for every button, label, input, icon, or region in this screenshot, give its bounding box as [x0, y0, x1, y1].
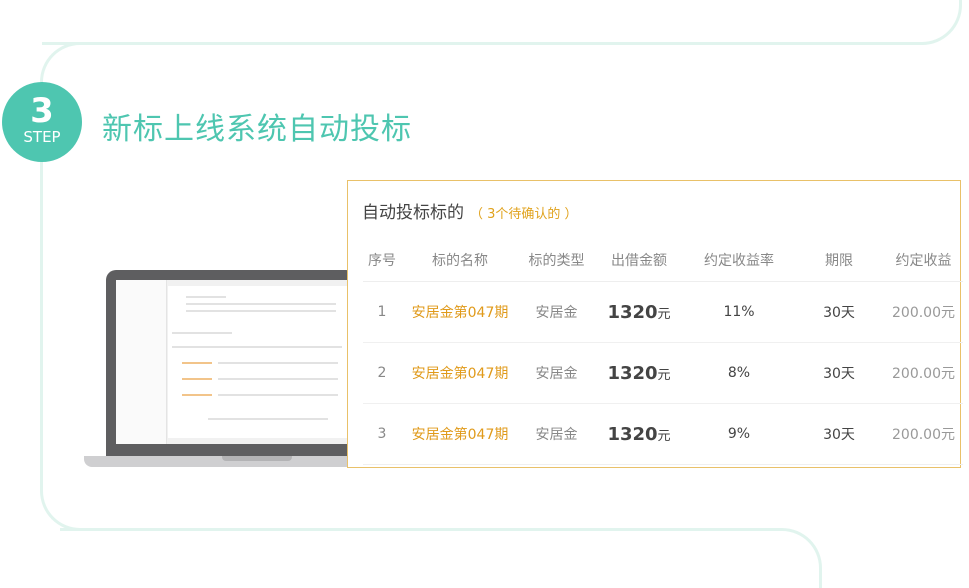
- interest-rate: 9%: [684, 403, 794, 465]
- product-type: 安居金: [519, 342, 594, 404]
- laptop-illustration: [84, 270, 356, 470]
- row-index: 2: [363, 342, 401, 404]
- column-header: 约定收益率: [684, 239, 794, 282]
- table-header-row: 序号 标的名称 标的类型 出借金额 约定收益率 期限 约定收益: [363, 239, 963, 282]
- product-type: 安居金: [519, 281, 594, 343]
- product-name-link[interactable]: 安居金第047期: [401, 403, 519, 465]
- column-header: 标的名称: [401, 239, 519, 282]
- panel-header: 自动投标标的 （ 3个待确认的 ）: [362, 198, 578, 223]
- row-index: 3: [363, 403, 401, 465]
- expected-income: 200.00元: [884, 281, 963, 343]
- product-type: 安居金: [519, 403, 594, 465]
- loan-amount: 1320元: [594, 403, 684, 465]
- term: 30天: [794, 403, 884, 465]
- row-index: 1: [363, 281, 401, 343]
- laptop-screen: [106, 270, 356, 456]
- interest-rate: 11%: [684, 281, 794, 343]
- bid-table: 序号 标的名称 标的类型 出借金额 约定收益率 期限 约定收益 1 安居金第04…: [363, 239, 963, 465]
- laptop-base: [84, 456, 354, 467]
- interest-rate: 8%: [684, 342, 794, 404]
- table-row: 1 安居金第047期 安居金 1320元 11% 30天 200.00元: [363, 281, 963, 343]
- decorative-line-bottom: [60, 528, 822, 588]
- loan-amount: 1320元: [594, 281, 684, 343]
- column-header: 期限: [794, 239, 884, 282]
- product-name-link[interactable]: 安居金第047期: [401, 342, 519, 404]
- decorative-line-top: [42, 0, 962, 45]
- expected-income: 200.00元: [884, 403, 963, 465]
- step-label: STEP: [23, 128, 61, 146]
- table-row: 2 安居金第047期 安居金 1320元 8% 30天 200.00元: [363, 342, 963, 404]
- step-badge: 3 STEP: [2, 82, 82, 162]
- term: 30天: [794, 281, 884, 343]
- step-number: 3: [30, 91, 54, 131]
- expected-income: 200.00元: [884, 342, 963, 404]
- section-title: 新标上线系统自动投标: [102, 112, 412, 147]
- column-header: 约定收益: [884, 239, 963, 282]
- product-name-link[interactable]: 安居金第047期: [401, 281, 519, 343]
- loan-amount: 1320元: [594, 342, 684, 404]
- column-header: 标的类型: [519, 239, 594, 282]
- auto-bid-panel: 自动投标标的 （ 3个待确认的 ） 序号 标的名称 标的类型 出借金额 约定收益率…: [347, 180, 963, 468]
- pending-count: （ 3个待确认的 ）: [470, 207, 578, 222]
- table-row: 3 安居金第047期 安居金 1320元 9% 30天 200.00元: [363, 403, 963, 465]
- laptop-notch: [222, 456, 292, 461]
- term: 30天: [794, 342, 884, 404]
- panel-title: 自动投标标的: [362, 203, 464, 223]
- column-header: 出借金额: [594, 239, 684, 282]
- column-header: 序号: [363, 239, 401, 282]
